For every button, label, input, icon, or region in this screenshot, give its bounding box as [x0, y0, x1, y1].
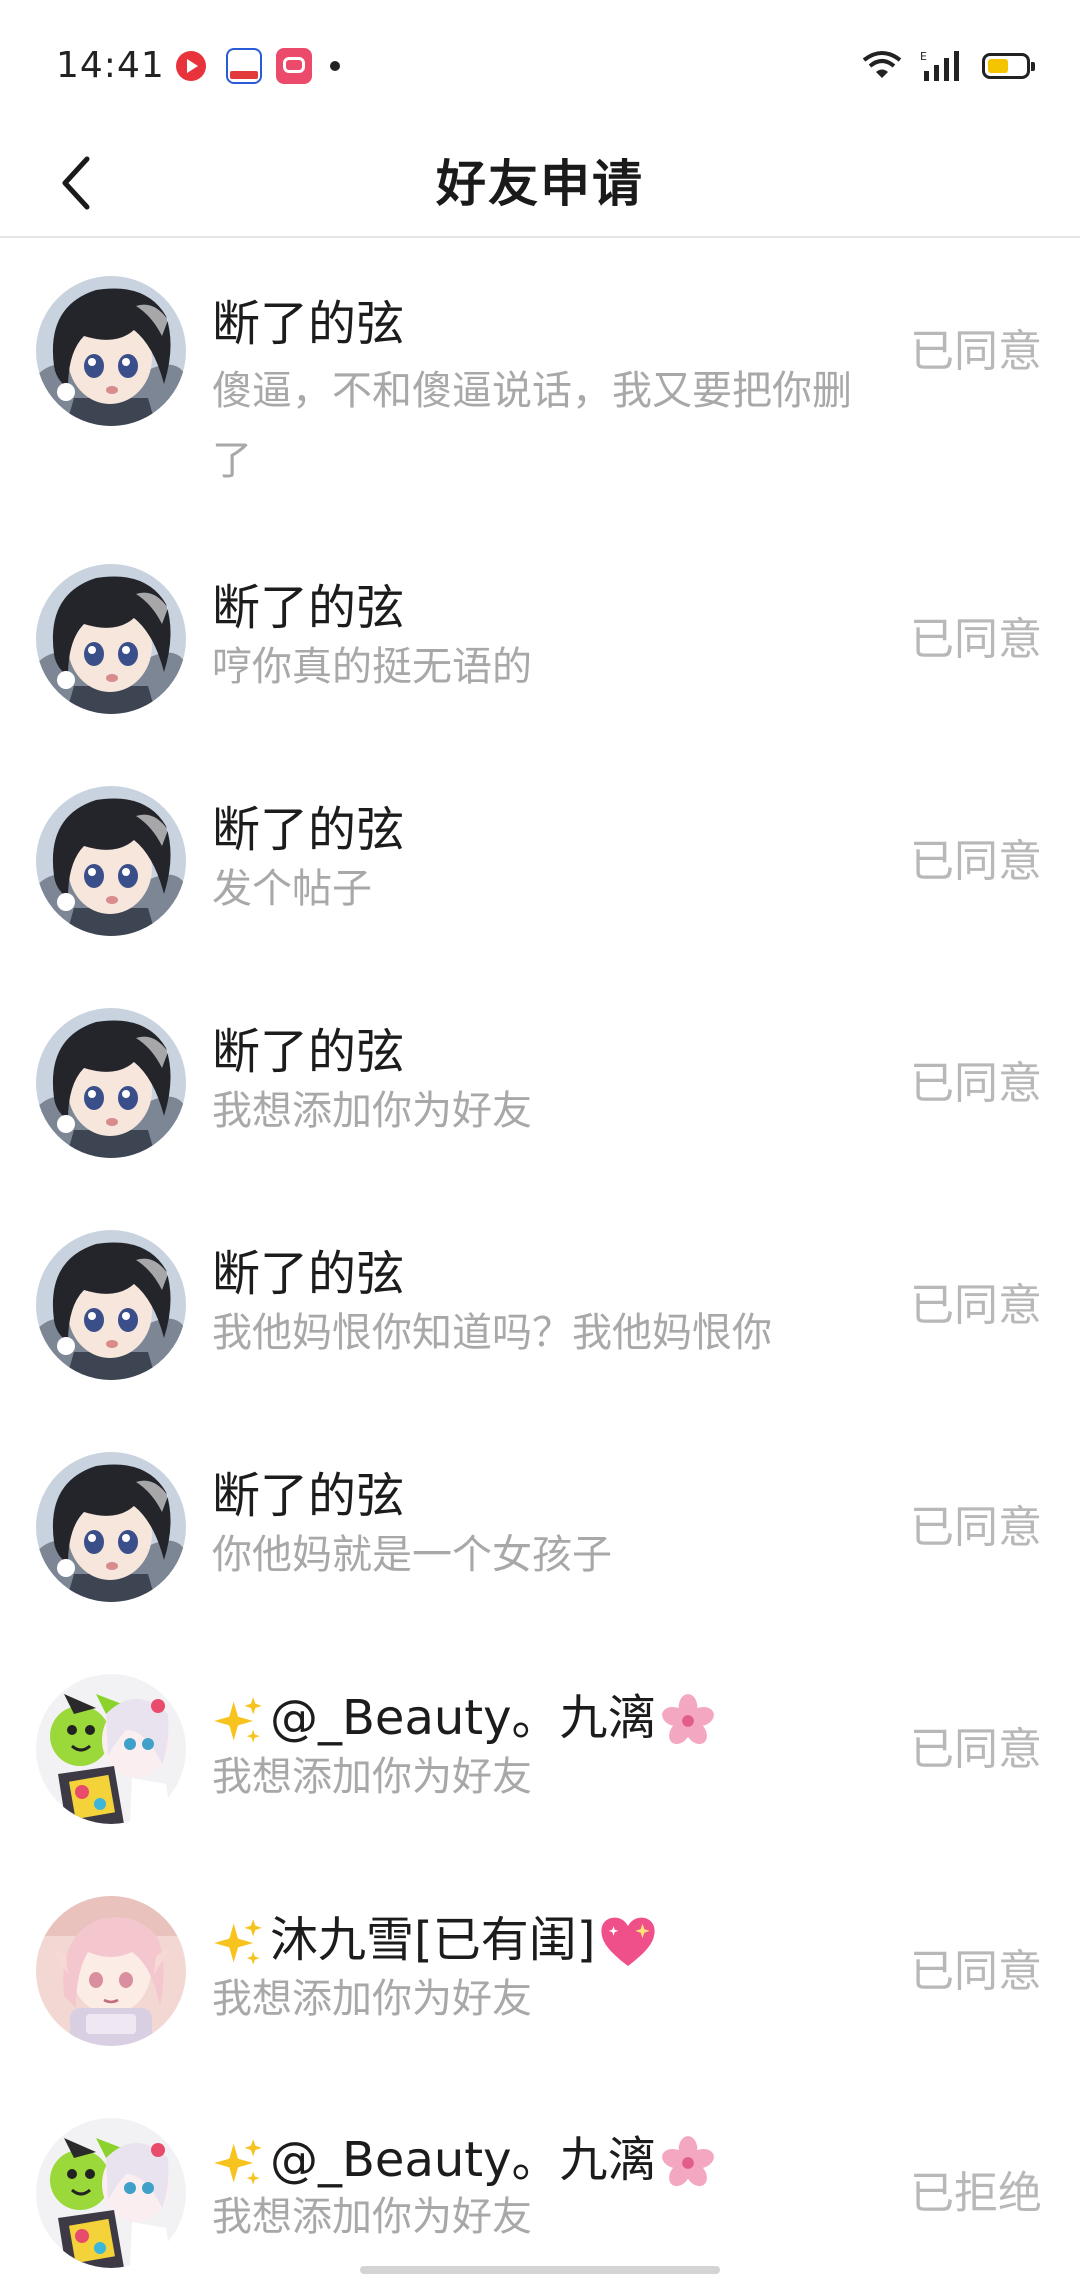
avatar[interactable]	[36, 1452, 186, 1602]
page-title: 好友申请	[436, 155, 644, 213]
list-item[interactable]: @_Beauty。九漓 我想添加你为好友 已拒绝	[0, 2082, 1080, 2280]
avatar[interactable]	[36, 1896, 186, 2046]
system-icons: E	[862, 46, 1035, 86]
request-status: 已同意	[910, 1280, 1042, 1331]
avatar[interactable]	[36, 1008, 186, 1158]
request-message: 发个帖子	[212, 866, 372, 912]
battery-level	[988, 59, 1008, 73]
list-item[interactable]: 断了的弦 你他妈就是一个女孩子 已同意	[0, 1416, 1080, 1638]
request-status: 已拒绝	[910, 2168, 1042, 2219]
requester-name-row: 沐九雪[已有闺]	[212, 1910, 657, 1972]
list-item[interactable]: 断了的弦 我想添加你为好友 已同意	[0, 972, 1080, 1194]
avatar[interactable]	[36, 1230, 186, 1380]
request-message: 你他妈就是一个女孩子	[212, 1532, 612, 1578]
wifi-icon	[862, 51, 902, 78]
request-status: 已同意	[910, 836, 1042, 887]
list-item[interactable]: 断了的弦 我他妈恨你知道吗？我他妈恨你 已同意	[0, 1194, 1080, 1416]
cherry-blossom-icon	[660, 1693, 716, 1749]
home-indicator[interactable]	[360, 2266, 720, 2274]
baidu-app-icon	[226, 48, 262, 84]
request-status: 已同意	[910, 1724, 1042, 1775]
video-app-icon	[176, 51, 206, 81]
request-message: 我想添加你为好友	[212, 1088, 532, 1134]
sparkles-icon	[212, 1917, 264, 1969]
list-item[interactable]: 断了的弦 傻逼，不和傻逼说话，我又要把你删了 已同意	[0, 238, 1080, 528]
avatar[interactable]	[36, 564, 186, 714]
avatar[interactable]	[36, 2118, 186, 2268]
requester-name: 断了的弦	[212, 1246, 405, 1302]
request-status: 已同意	[910, 1502, 1042, 1553]
list-item[interactable]: 断了的弦 发个帖子 已同意	[0, 750, 1080, 972]
request-status: 已同意	[910, 614, 1042, 665]
requester-name: 断了的弦	[212, 1024, 405, 1080]
request-message: 我想添加你为好友	[212, 2194, 532, 2240]
request-message: 我他妈恨你知道吗？我他妈恨你	[212, 1310, 772, 1356]
requester-name: 断了的弦	[212, 580, 405, 636]
request-status: 已同意	[910, 1946, 1042, 1997]
requester-name: 断了的弦	[212, 802, 405, 858]
requester-name: @_Beauty。九漓	[270, 1690, 656, 1746]
more-notifications-icon	[330, 61, 340, 71]
chat-app-icon	[276, 48, 312, 84]
request-status: 已同意	[910, 326, 1042, 377]
requester-name: 断了的弦	[212, 1468, 405, 1524]
status-bar: 14:41 E	[0, 0, 1080, 130]
requester-name: 断了的弦	[212, 296, 405, 352]
request-status: 已同意	[910, 1058, 1042, 1109]
requester-name: @_Beauty。九漓	[270, 2132, 656, 2188]
battery-icon	[982, 53, 1035, 79]
request-message: 我想添加你为好友	[212, 1976, 532, 2022]
nav-header: 好友申请	[0, 130, 1080, 238]
list-item[interactable]: 沐九雪[已有闺] 我想添加你为好友 已同意	[0, 1860, 1080, 2082]
avatar[interactable]	[36, 276, 186, 426]
request-message: 哼你真的挺无语的	[212, 644, 532, 690]
request-message: 傻逼，不和傻逼说话，我又要把你删了	[212, 368, 852, 484]
status-time: 14:41	[56, 45, 165, 86]
list-item[interactable]: @_Beauty。九漓 我想添加你为好友 已同意	[0, 1638, 1080, 1860]
list-item[interactable]: 断了的弦 哼你真的挺无语的 已同意	[0, 528, 1080, 750]
notification-icons	[176, 46, 340, 86]
avatar[interactable]	[36, 1674, 186, 1824]
requester-name: 沐九雪[已有闺]	[270, 1912, 596, 1968]
request-message: 我想添加你为好友	[212, 1754, 532, 1800]
sparkles-icon	[212, 1695, 264, 1747]
signal-icon: E	[920, 50, 959, 81]
svg-text:E: E	[920, 50, 927, 63]
requester-name-row: @_Beauty。九漓	[212, 1688, 716, 1749]
avatar[interactable]	[36, 786, 186, 936]
